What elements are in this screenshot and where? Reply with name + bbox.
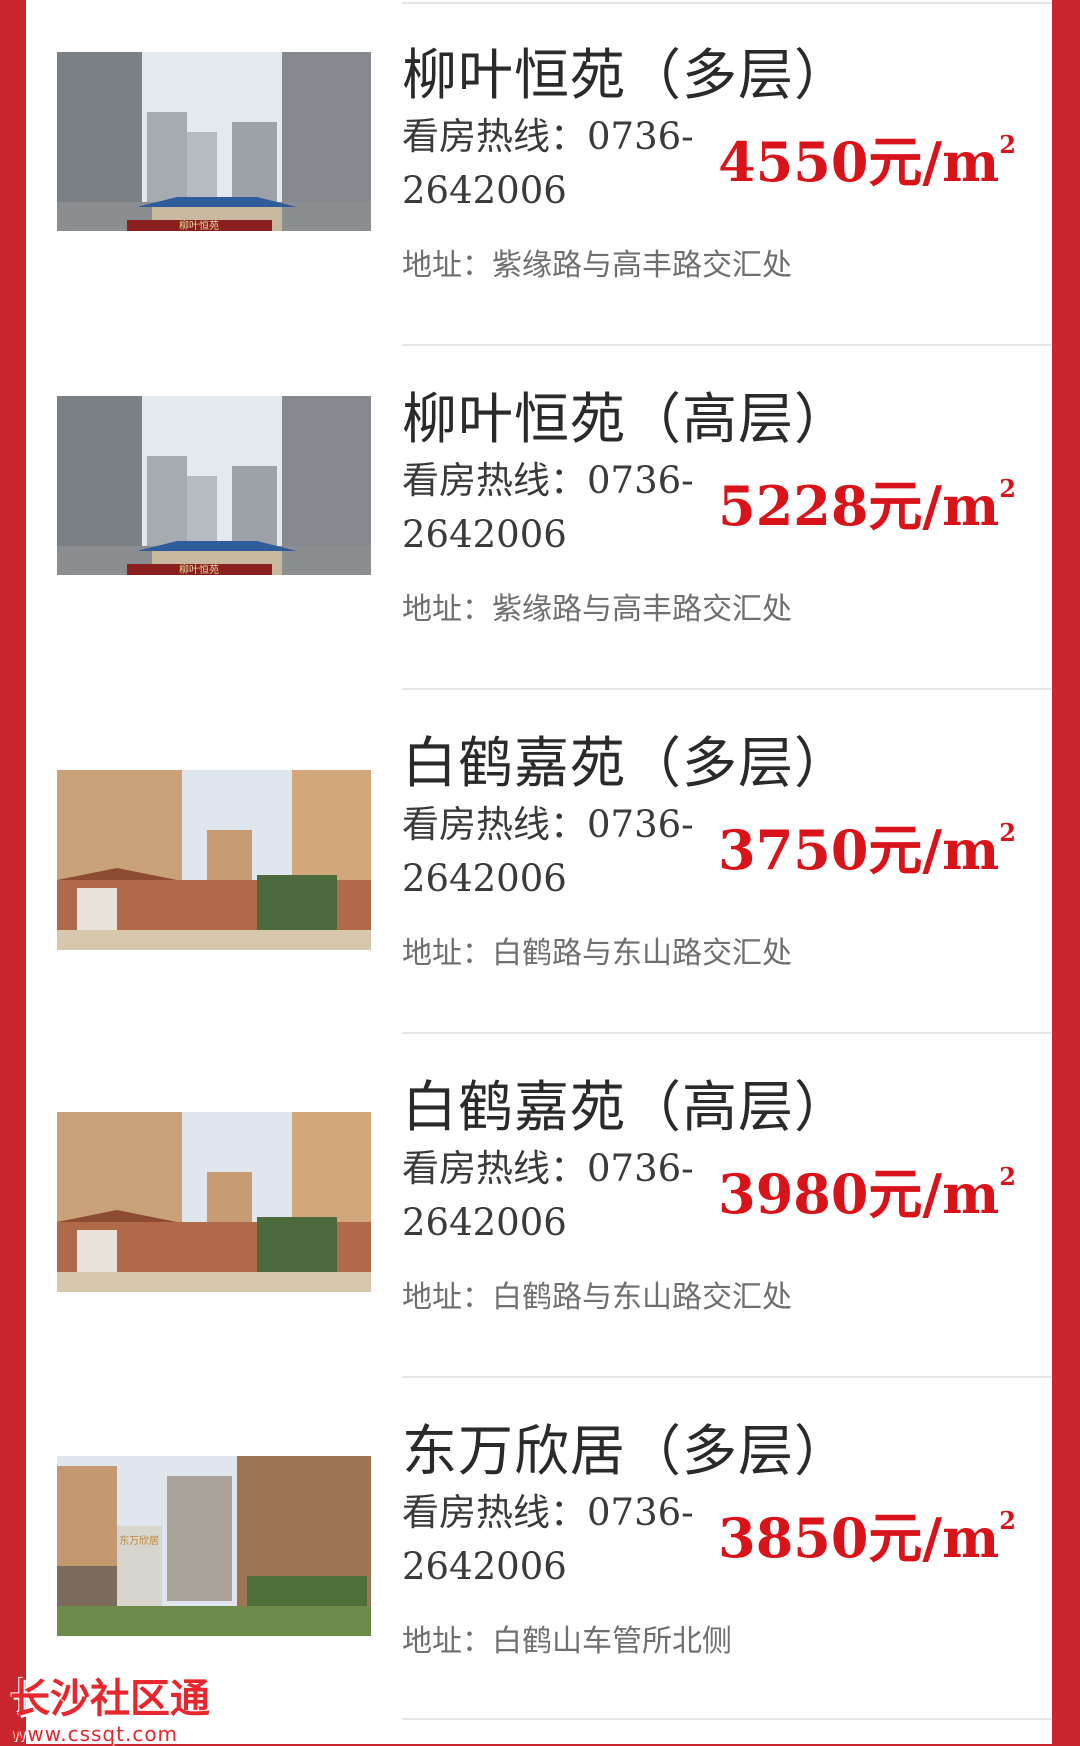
divider	[402, 1718, 1052, 1720]
divider	[402, 688, 1052, 690]
hotline: 看房热线：0736-2642006	[402, 798, 732, 906]
price: 3750元/m2	[718, 806, 1016, 885]
photo-sign-text: 东万欣居	[119, 1534, 159, 1547]
hotline-label: 看房热线：	[402, 803, 587, 846]
property-photo[interactable]	[57, 1112, 371, 1292]
divider	[402, 344, 1052, 346]
price: 4550元/m2	[718, 118, 1016, 197]
address: 地址：白鹤路与东山路交汇处	[402, 936, 792, 971]
listing-title[interactable]: 柳叶恒苑（高层）	[402, 374, 850, 454]
divider	[402, 1376, 1052, 1378]
hotline-label: 看房热线：	[402, 1491, 587, 1534]
price-unit-power: 2	[999, 1162, 1016, 1191]
price: 5228元/m2	[718, 462, 1016, 541]
listing-page: 柳叶恒苑 柳叶恒苑（多层） 看房热线：0736-2642006 4550元/m2…	[26, 0, 1052, 1744]
price-unit-power: 2	[999, 818, 1016, 847]
price-unit-power: 2	[999, 1506, 1016, 1535]
address: 地址：紫缘路与高丰路交汇处	[402, 592, 792, 627]
watermark-logo: 长沙社区通 www.cssqt.com	[10, 1666, 210, 1746]
hotline: 看房热线：0736-2642006	[402, 110, 732, 218]
divider	[402, 1032, 1052, 1034]
property-photo[interactable]: 柳叶恒苑	[57, 396, 371, 575]
address: 地址：白鹤路与东山路交汇处	[402, 1280, 792, 1315]
listing-item[interactable]: 白鹤嘉苑（多层） 看房热线：0736-2642006 3750元/m2 地址：白…	[26, 688, 1052, 1032]
hotline-label: 看房热线：	[402, 459, 587, 502]
hotline: 看房热线：0736-2642006	[402, 454, 732, 562]
divider	[402, 2, 1052, 4]
listing-title[interactable]: 白鹤嘉苑（高层）	[402, 1062, 850, 1142]
price-value: 5228元/m	[718, 474, 1000, 538]
photo-sign-text: 柳叶恒苑	[179, 219, 219, 231]
listing-title[interactable]: 东万欣居（多层）	[402, 1406, 850, 1486]
price-value: 3980元/m	[718, 1162, 1000, 1226]
price-value: 4550元/m	[718, 130, 1000, 194]
listing-item[interactable]: 柳叶恒苑 柳叶恒苑（多层） 看房热线：0736-2642006 4550元/m2…	[26, 0, 1052, 344]
listing-item[interactable]: 白鹤嘉苑（高层） 看房热线：0736-2642006 3980元/m2 地址：白…	[26, 1032, 1052, 1376]
price-unit-power: 2	[999, 130, 1016, 159]
hotline: 看房热线：0736-2642006	[402, 1486, 732, 1594]
address: 地址：紫缘路与高丰路交汇处	[402, 248, 792, 283]
hotline: 看房热线：0736-2642006	[402, 1142, 732, 1250]
watermark-url: www.cssqt.com	[10, 1722, 179, 1746]
price-value: 3850元/m	[718, 1506, 1000, 1570]
listing-item[interactable]: 柳叶恒苑 柳叶恒苑（高层） 看房热线：0736-2642006 5228元/m2…	[26, 344, 1052, 688]
hotline-label: 看房热线：	[402, 1147, 587, 1190]
price-value: 3750元/m	[718, 818, 1000, 882]
property-photo[interactable]: 柳叶恒苑	[57, 52, 371, 231]
address: 地址：白鹤山车管所北侧	[402, 1624, 732, 1659]
property-photo[interactable]: 东万欣居	[57, 1456, 371, 1636]
listing-title[interactable]: 柳叶恒苑（多层）	[402, 30, 850, 110]
watermark-title: 长沙社区通	[10, 1676, 210, 1722]
price: 3850元/m2	[718, 1494, 1016, 1573]
listing-title[interactable]: 白鹤嘉苑（多层）	[402, 718, 850, 798]
price: 3980元/m2	[718, 1150, 1016, 1229]
hotline-label: 看房热线：	[402, 115, 587, 158]
price-unit-power: 2	[999, 474, 1016, 503]
photo-sign-text: 柳叶恒苑	[179, 563, 219, 575]
property-photo[interactable]	[57, 770, 371, 950]
